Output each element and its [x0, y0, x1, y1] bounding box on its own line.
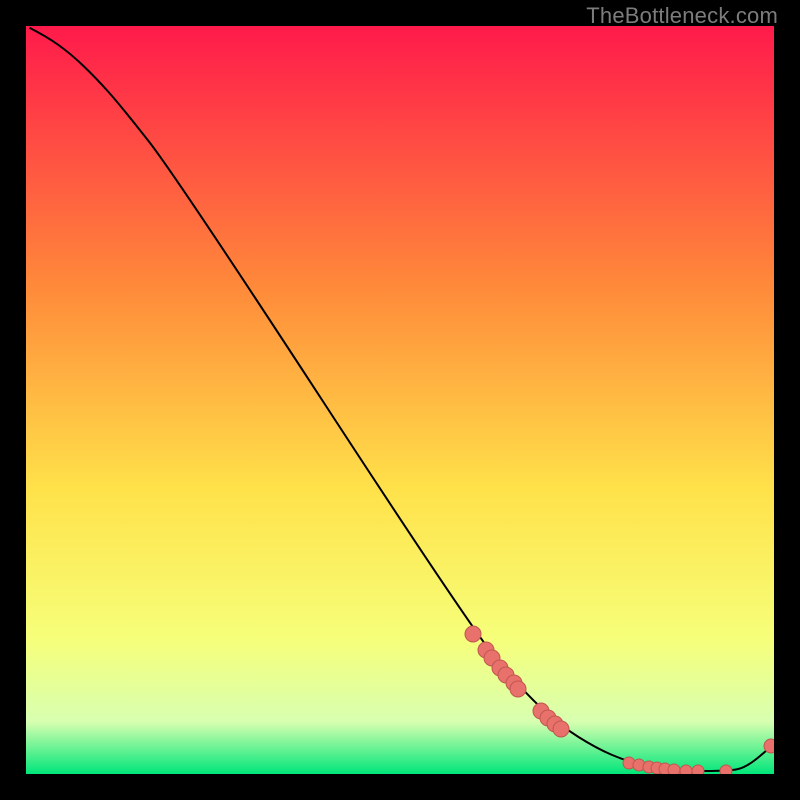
chart-stage: TheBottleneck.com: [0, 0, 800, 800]
curve-marker: [465, 626, 481, 642]
curve-marker: [720, 765, 732, 774]
curve-marker: [668, 764, 680, 774]
curve-marker: [692, 765, 704, 774]
gradient-background: [26, 26, 774, 774]
curve-marker: [764, 739, 774, 753]
chart-svg: [26, 26, 774, 774]
curve-marker: [680, 765, 692, 774]
plot-area: [26, 26, 774, 774]
curve-marker: [553, 721, 569, 737]
curve-marker: [510, 681, 526, 697]
